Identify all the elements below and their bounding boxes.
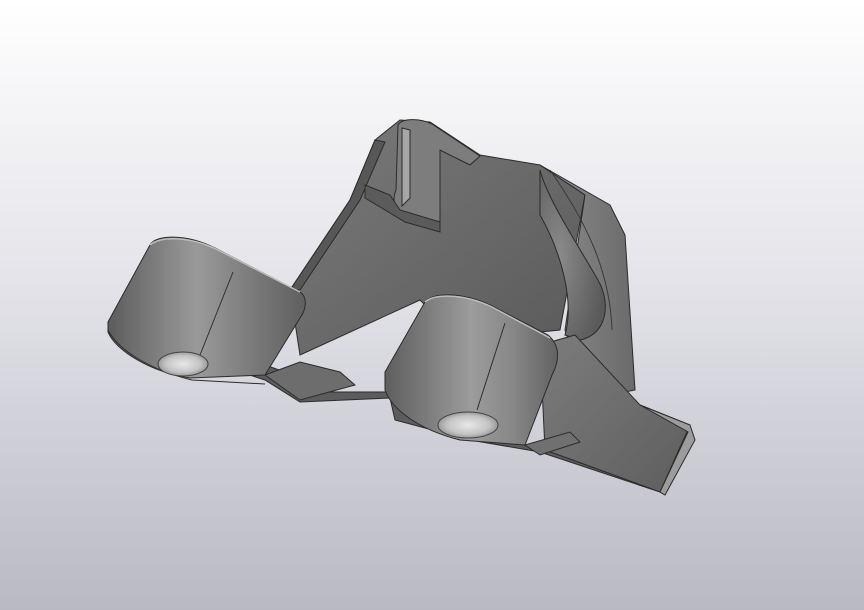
3d-viewport[interactable]	[0, 0, 864, 610]
left-bolt-hole	[157, 351, 209, 377]
left-mounting-lug	[107, 236, 306, 385]
cad-model[interactable]	[0, 0, 864, 610]
right-bolt-hole	[437, 411, 499, 439]
